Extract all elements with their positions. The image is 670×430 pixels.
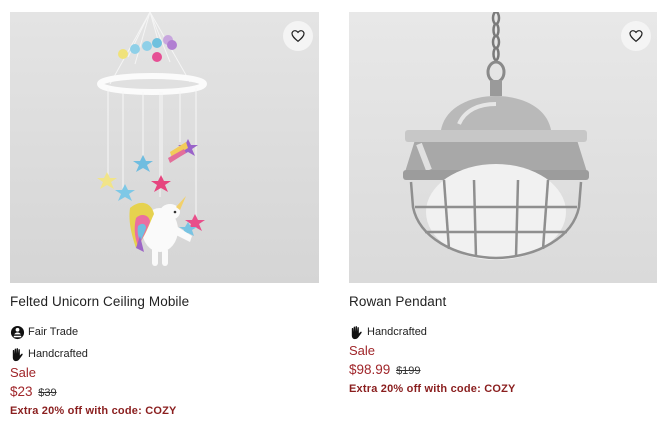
favorite-button[interactable]: [621, 21, 651, 51]
current-price: $23: [10, 384, 33, 399]
promo-text: Extra 20% off with code: COZY: [10, 405, 177, 417]
badge-fair-trade: Fair Trade: [10, 323, 78, 341]
unicorn-mobile-illustration: [97, 12, 207, 266]
heart-outline-icon: [291, 30, 305, 43]
price: $98.99 $199: [349, 362, 421, 377]
original-price: $39: [38, 387, 57, 399]
original-price: $199: [396, 365, 421, 377]
product-card: Felted Unicorn Ceiling Mobile Fair Trade…: [10, 12, 319, 417]
product-title[interactable]: Rowan Pendant: [349, 294, 446, 309]
badge-label: Fair Trade: [28, 326, 79, 338]
sale-label: Sale: [10, 365, 37, 380]
current-price: $98.99: [349, 362, 391, 377]
product-card: Rowan Pendant Handcrafted Sale $98.99 $1…: [349, 12, 657, 395]
favorite-button[interactable]: [283, 21, 313, 51]
badge-handcrafted: Handcrafted: [349, 323, 427, 341]
pendant-lamp-illustration: [403, 12, 589, 260]
price: $23 $39: [10, 384, 57, 399]
fair-trade-icon: [10, 325, 25, 339]
handcrafted-icon: [12, 347, 23, 361]
badge-label: Handcrafted: [367, 326, 427, 338]
handcrafted-icon: [351, 325, 362, 339]
badge-label: Handcrafted: [28, 348, 88, 360]
heart-outline-icon: [629, 30, 643, 43]
product-image-rowan-pendant[interactable]: [349, 12, 657, 283]
product-image-unicorn-mobile[interactable]: [10, 12, 319, 283]
sale-label: Sale: [349, 343, 376, 358]
badge-handcrafted: Handcrafted: [10, 345, 88, 363]
promo-text: Extra 20% off with code: COZY: [349, 383, 516, 395]
product-title[interactable]: Felted Unicorn Ceiling Mobile: [10, 294, 189, 309]
